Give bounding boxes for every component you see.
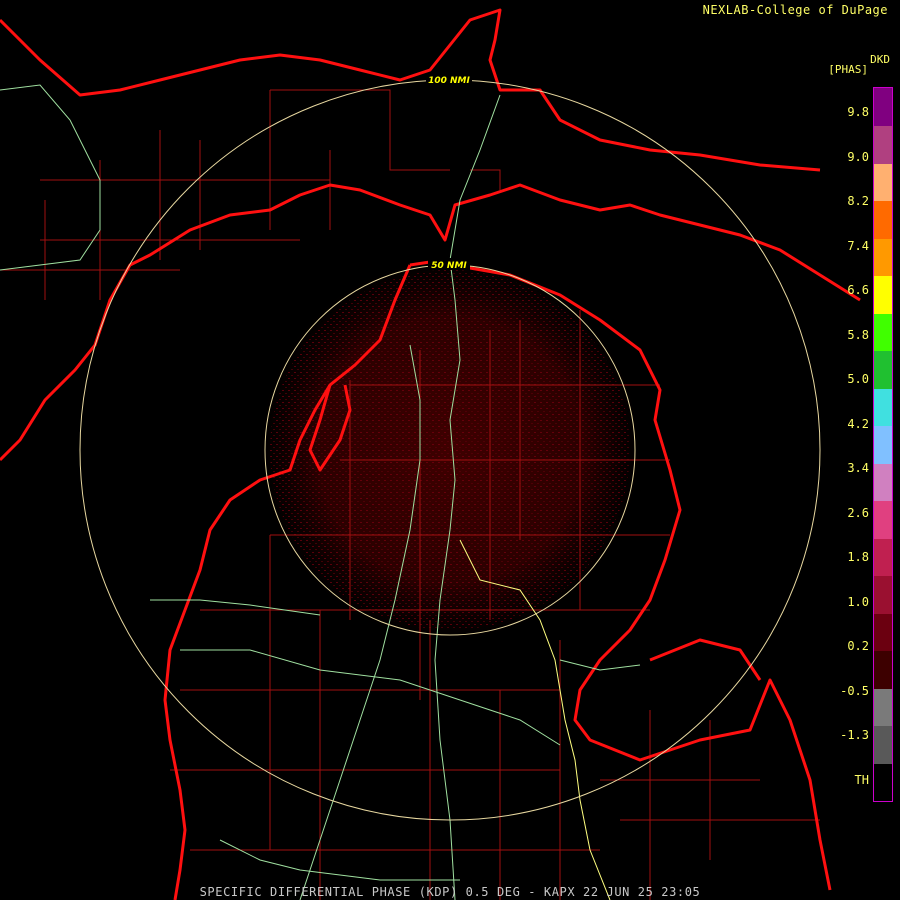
product-code: DKD bbox=[870, 53, 890, 66]
range-ring-50-label: 50 NMI bbox=[431, 261, 467, 271]
units-label: [PHAS] bbox=[828, 63, 868, 76]
color-scale-swatch bbox=[874, 650, 892, 689]
color-scale-tick-label: 1.8 bbox=[847, 550, 869, 564]
color-scale-tick-label: 9.8 bbox=[847, 105, 869, 119]
color-scale-swatch bbox=[874, 163, 892, 202]
color-scale-swatch bbox=[874, 538, 892, 577]
color-scale-tick-label: -0.5 bbox=[840, 683, 869, 698]
color-scale-swatch bbox=[874, 88, 892, 126]
range-ring-100-label: 100 NMI bbox=[428, 76, 470, 86]
radar-map: 100 NMI 50 NMI bbox=[0, 8, 861, 900]
color-scale-tick-label: 2.6 bbox=[847, 505, 869, 520]
color-scale-bar bbox=[873, 87, 893, 802]
color-scale-tick-label: 6.6 bbox=[847, 283, 869, 297]
color-scale-swatch bbox=[874, 200, 892, 239]
color-scale-swatch bbox=[874, 688, 892, 727]
color-scale-tick-label: 8.2 bbox=[847, 194, 869, 208]
radar-echo bbox=[260, 260, 640, 640]
color-scale-tick-label: 5.0 bbox=[847, 372, 869, 386]
color-scale-swatch bbox=[874, 125, 892, 164]
color-scale-tick-label: -1.3 bbox=[840, 728, 869, 742]
color-scale-swatch bbox=[874, 763, 892, 802]
color-scale-tick-label: TH bbox=[854, 772, 869, 787]
color-scale-tick-label: 7.4 bbox=[847, 238, 869, 253]
color-scale-tick-label: 3.4 bbox=[847, 461, 869, 475]
product-caption: SPECIFIC DIFFERENTIAL PHASE (KDP) 0.5 DE… bbox=[199, 885, 701, 899]
color-scale-swatch bbox=[874, 275, 892, 314]
radar-display: 100 NMI 50 NMI NEXLAB-College of DuPage … bbox=[0, 0, 900, 900]
color-scale-swatch bbox=[874, 388, 892, 427]
color-scale-tick-label: 4.2 bbox=[847, 416, 869, 431]
color-scale-swatch bbox=[874, 613, 892, 652]
color-scale-swatch bbox=[874, 725, 892, 764]
color-scale-swatch bbox=[874, 313, 892, 352]
color-scale-swatch bbox=[874, 425, 892, 464]
color-scale-swatch bbox=[874, 350, 892, 389]
color-scale-swatch bbox=[874, 463, 892, 502]
color-scale-tick-label: 5.8 bbox=[847, 327, 869, 342]
color-scale-swatch bbox=[874, 575, 892, 614]
credit-text: NEXLAB-College of DuPage bbox=[702, 3, 888, 17]
color-scale-tick-label: 9.0 bbox=[847, 149, 869, 164]
color-scale-swatch bbox=[874, 500, 892, 539]
color-scale-swatch bbox=[874, 238, 892, 277]
color-scale-tick-label: 0.2 bbox=[847, 639, 869, 653]
color-scale-tick-label: 1.0 bbox=[847, 594, 869, 609]
